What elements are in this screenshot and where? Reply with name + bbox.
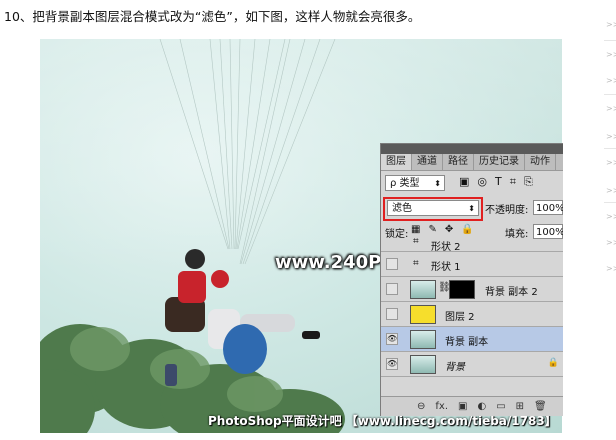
filter-icons: ▣ ◎ T ⌗ ⎘: [459, 175, 533, 189]
gutter-mark[interactable]: >>: [606, 186, 616, 195]
lock-transparent-icon[interactable]: ▦: [411, 224, 420, 235]
layer-name: 背景 副本 2: [485, 287, 538, 298]
blend-mode-select[interactable]: 滤色 ⬍: [387, 200, 479, 216]
gutter-mark[interactable]: >>: [606, 132, 616, 141]
tab-channels[interactable]: 通道: [412, 154, 443, 170]
fill-input[interactable]: 100%: [533, 224, 563, 239]
layer-thumbnail: [410, 305, 436, 324]
visibility-toggle[interactable]: [386, 308, 398, 320]
layer-row[interactable]: ⌗ 形状 2: [381, 236, 563, 253]
lock-icon: 🔒: [547, 358, 559, 368]
layer-thumbnail: [410, 330, 436, 349]
shape-layer-icon: ⌗: [413, 236, 419, 247]
adjustment-filter-icon[interactable]: ◎: [477, 175, 487, 189]
fill-label: 填充:: [505, 229, 529, 240]
new-group-icon[interactable]: ▭: [496, 401, 505, 412]
opacity-input[interactable]: 100%: [533, 200, 563, 215]
trash-icon[interactable]: 🗑: [534, 401, 547, 412]
gutter-divider: [604, 94, 616, 95]
gutter-mark[interactable]: >>: [606, 76, 616, 85]
eye-icon[interactable]: 👁: [386, 358, 398, 370]
shape-layer-icon: ⌗: [413, 258, 419, 269]
layer-row-selected[interactable]: 👁 背景 副本: [381, 327, 563, 352]
lock-position-icon[interactable]: ✥: [445, 224, 453, 235]
gutter-mark[interactable]: >>: [606, 104, 616, 113]
gutter-mark[interactable]: >>: [606, 264, 616, 273]
layer-row[interactable]: 图层 2: [381, 302, 563, 327]
filter-row: ρ 类型 ⬍ ▣ ◎ T ⌗ ⎘: [381, 171, 563, 195]
gutter-divider: [604, 202, 616, 203]
search-icon: ρ: [390, 178, 397, 189]
layer-row[interactable]: 👁 背景 🔒: [381, 352, 563, 377]
blend-mode-value: 滤色: [392, 203, 412, 214]
layer-name: 背景 副本: [445, 337, 489, 348]
adjustment-layer-icon[interactable]: ◐: [477, 401, 486, 412]
layer-list: ⌗ 形状 2 ⌗ 形状 1 ⛓ 背景 副本 2 图层 2 👁 背景 副本 👁 背…: [381, 236, 563, 377]
add-mask-icon[interactable]: ▣: [458, 401, 467, 412]
tab-layers[interactable]: 图层: [381, 154, 412, 170]
gutter-divider: [604, 40, 616, 41]
filter-kind-label: 类型: [399, 178, 420, 189]
right-gutter: >> >> >> >> >> >> >> >> >> >>: [604, 0, 616, 440]
blend-row: 滤色 ⬍ 不透明度: 100%: [381, 195, 563, 221]
gutter-mark[interactable]: >>: [606, 50, 616, 59]
gutter-mark[interactable]: >>: [606, 158, 616, 167]
pixel-filter-icon[interactable]: ▣: [459, 175, 469, 189]
type-filter-icon[interactable]: T: [495, 175, 502, 189]
tab-history[interactable]: 历史记录: [474, 154, 525, 170]
gutter-mark[interactable]: >>: [606, 20, 616, 29]
opacity-label: 不透明度:: [485, 205, 529, 216]
layer-thumbnail: [410, 280, 436, 299]
gutter-mark[interactable]: >>: [606, 238, 616, 247]
layer-row[interactable]: ⛓ 背景 副本 2: [381, 277, 563, 302]
visibility-toggle[interactable]: [386, 258, 398, 270]
chevron-updown-icon: ⬍: [434, 179, 441, 188]
smart-object-filter-icon[interactable]: ⎘: [524, 175, 533, 189]
fx-icon[interactable]: fx.: [435, 401, 448, 412]
panel-titlebar[interactable]: [381, 144, 563, 154]
layers-panel: 图层 通道 路径 历史记录 动作 ρ 类型 ⬍ ▣ ◎ T ⌗ ⎘ 滤色 ⬍ 不…: [380, 143, 563, 416]
new-layer-icon[interactable]: ⊞: [516, 401, 524, 412]
gutter-divider: [604, 148, 616, 149]
eye-icon[interactable]: 👁: [386, 333, 398, 345]
lock-label: 锁定:: [385, 229, 409, 240]
shape-filter-icon[interactable]: ⌗: [510, 175, 516, 189]
layer-filter-select[interactable]: ρ 类型 ⬍: [385, 175, 445, 191]
panel-bottom-toolbar: ⊖ fx. ▣ ◐ ▭ ⊞ 🗑: [381, 396, 563, 416]
lock-image-icon[interactable]: ✎: [428, 224, 436, 235]
chevron-updown-icon: ⬍: [468, 204, 475, 213]
layer-thumbnail: [410, 355, 436, 374]
panel-tabs: 图层 通道 路径 历史记录 动作: [381, 154, 563, 171]
link-layers-icon[interactable]: ⊖: [417, 401, 425, 412]
lock-all-icon[interactable]: 🔒: [461, 224, 473, 235]
layer-row[interactable]: ⌗ 形状 1: [381, 252, 563, 277]
layer-name: 图层 2: [445, 312, 475, 323]
step-caption: 10、把背景副本图层混合模式改为“滤色”，如下图，这样人物就会亮很多。: [4, 9, 421, 24]
visibility-toggle[interactable]: [386, 283, 398, 295]
tab-paths[interactable]: 路径: [443, 154, 474, 170]
layer-name: 形状 1: [431, 262, 461, 273]
gutter-mark[interactable]: >>: [606, 212, 616, 221]
tab-actions[interactable]: 动作: [525, 154, 556, 170]
layer-mask-thumbnail[interactable]: [449, 280, 475, 299]
layer-name: 背景: [445, 362, 465, 373]
layer-name: 形状 2: [431, 242, 461, 253]
lock-icons: ▦ ✎ ✥ 🔒: [411, 224, 474, 235]
